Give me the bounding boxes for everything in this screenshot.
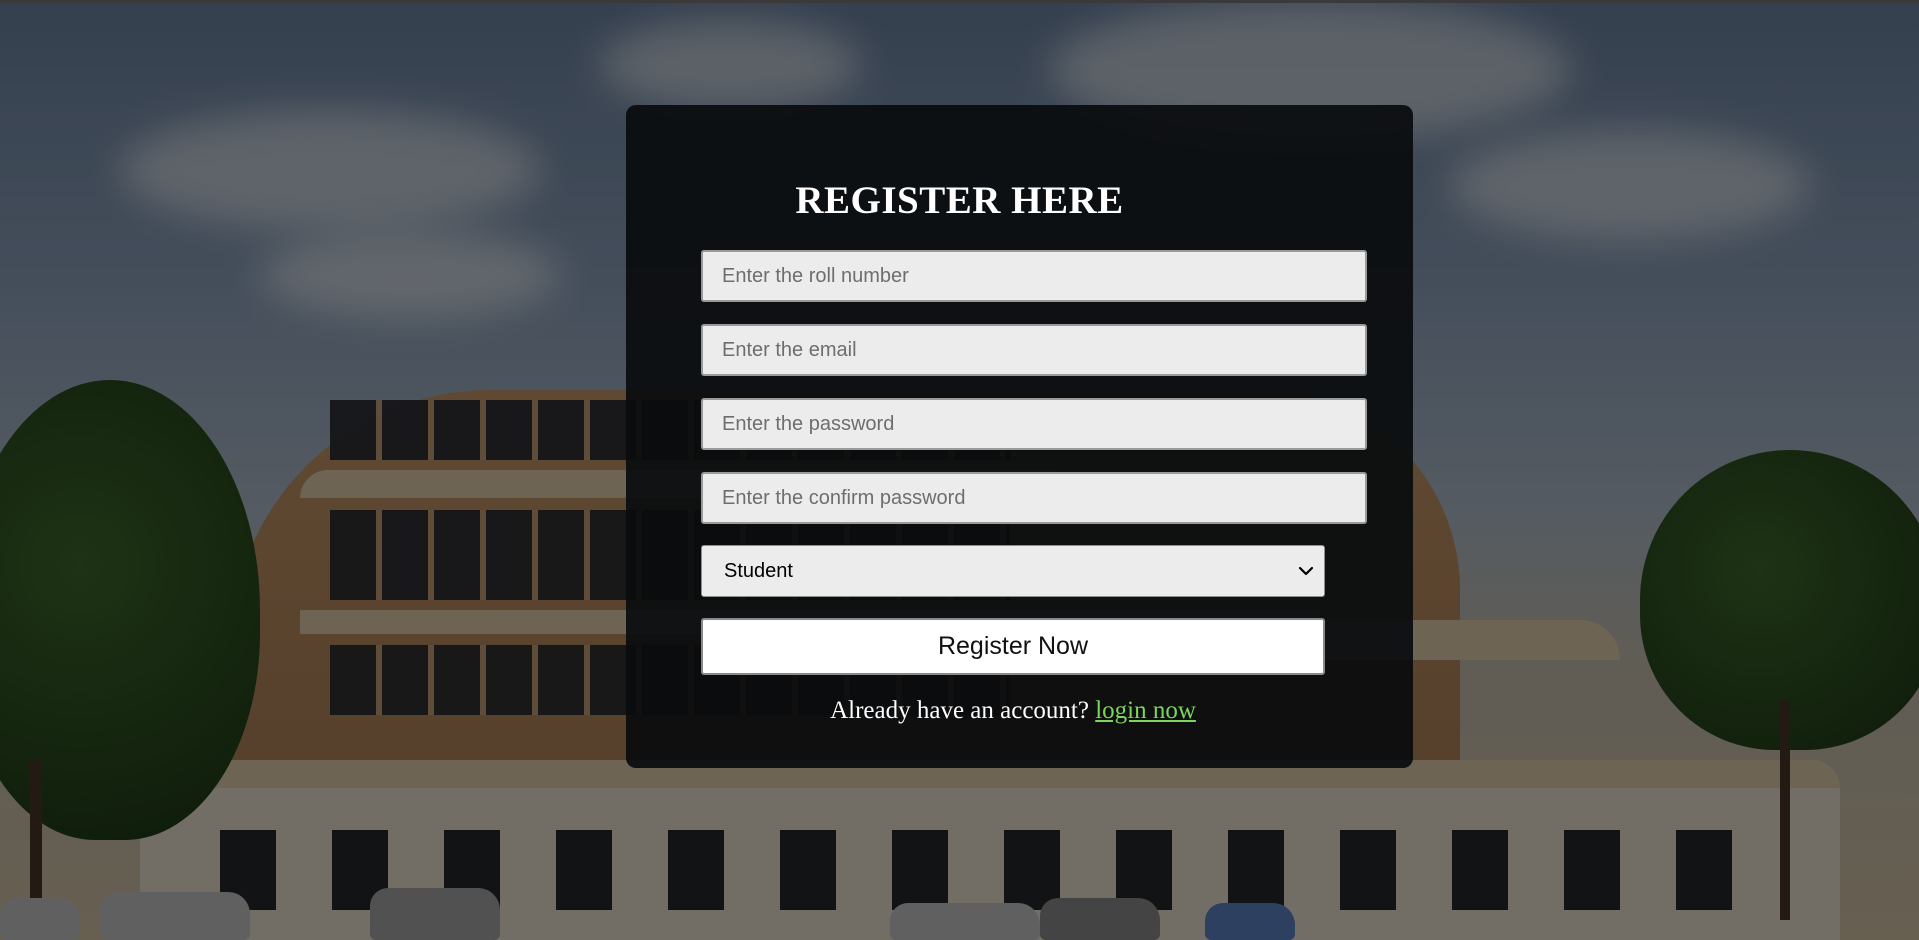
page-title: REGISTER HERE (795, 179, 1124, 222)
register-now-button[interactable]: Register Now (701, 618, 1325, 675)
login-prompt: Already have an account? login now (701, 697, 1325, 725)
window-top-border (0, 0, 1919, 3)
role-select[interactable]: Student (701, 545, 1325, 597)
chevron-down-icon (1298, 566, 1314, 576)
confirm-password-input[interactable] (701, 472, 1367, 524)
login-now-link[interactable]: login now (1095, 697, 1196, 724)
password-input[interactable] (701, 398, 1367, 450)
role-select-value: Student (724, 559, 793, 582)
roll-number-input[interactable] (701, 250, 1367, 302)
login-prompt-text: Already have an account? (830, 697, 1089, 724)
email-input[interactable] (701, 324, 1367, 376)
